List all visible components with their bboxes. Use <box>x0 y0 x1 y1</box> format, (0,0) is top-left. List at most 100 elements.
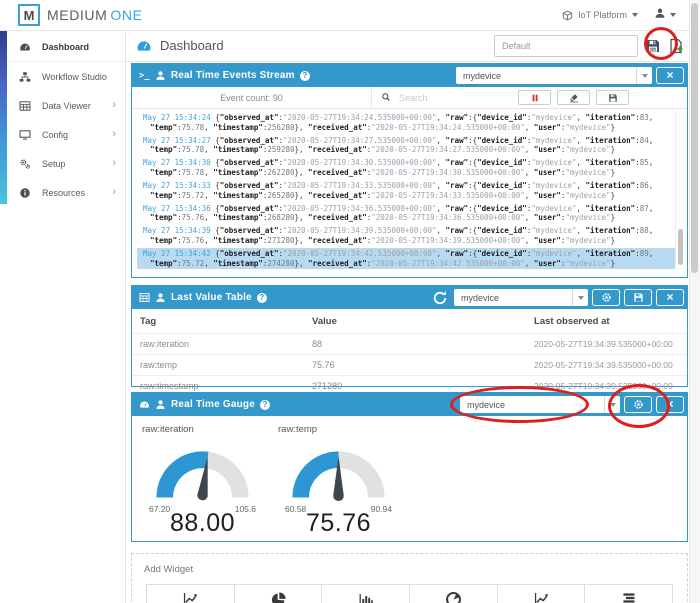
help-icon[interactable]: ? <box>256 292 267 303</box>
save-icon <box>633 293 643 302</box>
log-entry[interactable]: May 27 15:34:24 {"observed_at":"2020-05-… <box>137 112 675 133</box>
save-icon <box>608 93 617 102</box>
pause-icon <box>532 94 537 101</box>
tag-cell: raw:iteration <box>132 333 305 355</box>
panel-title: Real Time Events Stream <box>170 70 295 81</box>
sidebar-item-label: Config <box>42 129 69 140</box>
device-input[interactable] <box>456 67 636 84</box>
add-dashboard-button[interactable] <box>668 38 684 54</box>
close-icon: × <box>666 397 674 411</box>
chevron-down-icon <box>670 13 676 17</box>
gauge-chart <box>292 451 385 501</box>
top-bar: M MEDIUM ONE IoT Platform <box>0 0 700 31</box>
add-widget-pie-chart-button[interactable] <box>234 584 323 603</box>
refresh-button[interactable] <box>432 290 448 306</box>
user-icon <box>155 292 166 303</box>
gauge-icon <box>445 591 462 603</box>
chevron-right-icon: › <box>112 157 116 169</box>
close-panel-button[interactable]: × <box>656 289 684 306</box>
combobox-caret[interactable] <box>572 289 588 306</box>
save-widget-button[interactable] <box>624 289 652 306</box>
log-scrollbar[interactable] <box>675 111 684 266</box>
gear-icon <box>633 400 643 409</box>
logo-m-icon: M <box>18 4 40 26</box>
gauge-icon <box>139 399 150 410</box>
sidebar-item-label: Setup <box>42 158 66 169</box>
line-chart-icon <box>533 591 550 603</box>
table-row[interactable]: raw:temp 75.76 2020-05-27T19:34:39.535000+… <box>132 354 687 376</box>
device-combobox <box>460 396 620 413</box>
pie-chart-icon <box>270 591 287 603</box>
combobox-caret[interactable] <box>604 396 620 413</box>
sidebar-item-config[interactable]: Config › <box>7 120 125 149</box>
gear-icon <box>601 293 611 302</box>
terminal-icon: >_ <box>139 70 150 81</box>
settings-button[interactable] <box>592 289 620 306</box>
table-row[interactable]: raw:iteration 88 2020-05-27T19:34:39.53500… <box>132 333 687 355</box>
log-entry[interactable]: May 27 15:34:27 {"observed_at":"2020-05-… <box>137 135 675 156</box>
bar-chart-icon <box>357 591 374 603</box>
log-entry[interactable]: May 27 15:34:42 {"observed_at":"2020-05-… <box>137 248 675 269</box>
page-scrollbar[interactable] <box>689 0 700 603</box>
log-scrollbar-thumb[interactable] <box>677 229 683 265</box>
sidebar-item-resources[interactable]: Resources › <box>7 178 125 207</box>
user-icon <box>155 70 166 81</box>
chevron-right-icon: › <box>112 128 116 140</box>
log-entry[interactable]: May 27 15:34:33 {"observed_at":"2020-05-… <box>137 180 675 201</box>
add-widget-line-chart-button[interactable] <box>146 584 235 603</box>
log-timestamp: May 27 15:34:42 <box>143 249 211 259</box>
gauge-header: Real Time Gauge ? × <box>132 393 687 416</box>
dashboard-icon <box>19 41 34 53</box>
dashboard-name-input[interactable] <box>494 34 638 57</box>
last-value-table: Tag Value Last observed at raw:iteration 88… <box>132 309 687 396</box>
sidebar-item-data-viewer[interactable]: Data Viewer › <box>7 91 125 120</box>
help-icon[interactable]: ? <box>299 70 310 81</box>
pause-stream-button[interactable] <box>518 90 551 105</box>
help-icon[interactable]: ? <box>259 399 270 410</box>
log-entry[interactable]: May 27 15:34:39 {"observed_at":"2020-05-… <box>137 225 675 246</box>
gauge-row: raw:iteration 67.20 105.6 88.00 raw:temp 60… <box>132 416 687 538</box>
device-input[interactable] <box>454 289 572 306</box>
panel-title: Last Value Table <box>171 292 252 303</box>
save-dashboard-button[interactable] <box>645 38 661 54</box>
device-input[interactable] <box>460 396 604 413</box>
log-entry[interactable]: May 27 15:34:30 {"observed_at":"2020-05-… <box>137 157 675 178</box>
export-stream-button[interactable] <box>596 90 629 105</box>
add-widget-list-button[interactable] <box>585 584 674 603</box>
sidebar-item-workflow-studio[interactable]: Workflow Studio <box>7 62 125 91</box>
sidebar: Dashboard Workflow Studio Data Viewer › Conf… <box>0 30 126 603</box>
settings-button[interactable] <box>624 396 652 413</box>
log-timestamp: May 27 15:34:36 <box>143 203 211 213</box>
combobox-caret[interactable] <box>636 67 652 84</box>
close-panel-button[interactable]: × <box>656 67 684 84</box>
user-menu[interactable] <box>654 6 676 24</box>
column-header: Value <box>312 316 337 327</box>
add-widget-section: Add Widget <box>131 553 688 603</box>
gauge-raw-iteration: raw:iteration 67.20 105.6 88.00 <box>136 421 269 538</box>
data-viewer-icon <box>19 100 34 112</box>
clear-stream-button[interactable] <box>557 90 590 105</box>
search-box <box>372 89 518 107</box>
page-scrollbar-thumb[interactable] <box>691 3 698 273</box>
platform-menu[interactable]: IoT Platform <box>562 10 638 21</box>
sidebar-item-dashboard[interactable]: Dashboard <box>7 32 125 62</box>
close-panel-button[interactable]: × <box>656 396 684 413</box>
close-icon: × <box>666 68 674 82</box>
log-entry[interactable]: May 27 15:34:36 {"observed_at":"2020-05-… <box>137 203 675 224</box>
dashboard-content: >_ Real Time Events Stream ? × <box>126 62 690 603</box>
search-input[interactable] <box>397 91 518 104</box>
log-timestamp: May 27 15:34:33 <box>143 181 211 191</box>
sidebar-item-label: Workflow Studio <box>42 71 107 82</box>
last-value-header: Last Value Table ? mydevice × <box>132 286 687 309</box>
medium-one-logo[interactable]: M MEDIUM ONE <box>18 4 143 26</box>
list-icon <box>620 591 637 603</box>
chevron-right-icon: › <box>112 99 116 111</box>
gauge-label: raw:temp <box>278 424 318 435</box>
sidebar-item-label: Dashboard <box>42 41 90 52</box>
add-widget-bar-chart-button[interactable] <box>322 584 411 603</box>
add-widget-line-chart-button[interactable] <box>497 584 586 603</box>
events-stream-panel: >_ Real Time Events Stream ? × <box>131 63 688 278</box>
add-widget-gauge-button[interactable] <box>410 584 498 603</box>
resources-icon <box>19 187 34 199</box>
sidebar-item-setup[interactable]: Setup › <box>7 149 125 178</box>
